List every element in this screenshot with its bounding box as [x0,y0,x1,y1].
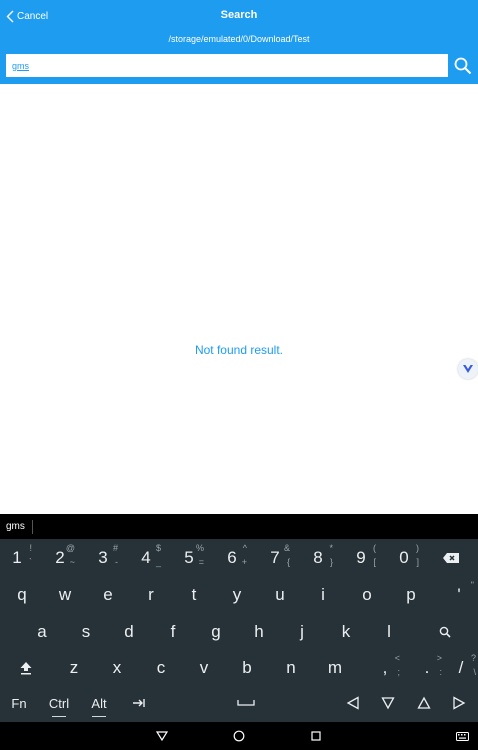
alt-key[interactable]: Alt [84,686,114,720]
space-bar-icon [237,700,255,706]
suggestion-word[interactable]: gms [6,521,25,532]
suggestion-bar: gms [0,514,478,539]
arrow-left-key[interactable] [338,686,368,720]
key-n[interactable]: n [276,651,306,685]
arrow-down-key[interactable] [373,686,403,720]
current-path: /storage/emulated/0/Download/Test [168,34,310,44]
backspace-key[interactable] [436,541,466,575]
key-period[interactable]: . >: [412,651,442,685]
key-g[interactable]: g [201,615,231,649]
key-s[interactable]: s [71,615,101,649]
key-v[interactable]: v [189,651,219,685]
key-2[interactable]: 2 @ ~ [45,541,75,575]
recents-square-icon [311,731,321,741]
key-h[interactable]: h [244,615,274,649]
key-slash[interactable]: /? \ [446,651,476,685]
key-p[interactable]: p [396,578,426,612]
arrow-right-icon [453,696,466,710]
search-input[interactable] [6,54,448,77]
arrow-up-key[interactable] [409,686,439,720]
results-area: Not found result. [0,84,478,514]
key-d[interactable]: d [114,615,144,649]
floating-v-logo-icon[interactable] [458,359,478,379]
arrow-up-icon [417,696,431,709]
nav-keyboard-button[interactable] [448,722,476,750]
search-icon [454,57,472,75]
key-4[interactable]: 4 $ _ [131,541,161,575]
key-r[interactable]: r [136,578,166,612]
key-5[interactable]: 5% = [174,541,204,575]
tab-key[interactable] [124,686,154,720]
fn-key[interactable]: Fn [4,686,34,720]
search-icon [439,626,451,638]
key-u[interactable]: u [265,578,295,612]
key-l[interactable]: l [374,615,404,649]
key-m[interactable]: m [320,651,350,685]
key-comma[interactable]: , <; [370,651,400,685]
v-logo-icon [463,365,473,373]
key-6[interactable]: 6 ^ + [217,541,247,575]
key-3[interactable]: 3 # - [88,541,118,575]
search-key[interactable] [430,615,460,649]
key-0[interactable]: 0)] [389,541,419,575]
nav-recents-button[interactable] [302,722,330,750]
empty-results-message: Not found result. [194,343,284,357]
key-i[interactable]: i [308,578,338,612]
home-circle-icon [233,730,245,742]
key-o[interactable]: o [352,578,382,612]
key-k[interactable]: k [331,615,361,649]
ctrl-key[interactable]: Ctrl [44,686,74,720]
key-z[interactable]: z [59,651,89,685]
key-7[interactable]: 7 &{ [260,541,290,575]
key-x[interactable]: x [102,651,132,685]
search-button[interactable] [451,54,475,78]
system-navigation-bar [0,722,478,750]
key-apostrophe[interactable]: ' " [444,578,474,612]
keyboard-icon [455,731,469,741]
tab-arrow-icon [133,699,145,707]
shift-key[interactable] [11,651,41,685]
key-a[interactable]: a [27,615,57,649]
key-w[interactable]: w [50,578,80,612]
key-e[interactable]: e [93,578,123,612]
key-q[interactable]: q [7,578,37,612]
shift-arrow-icon [20,662,32,675]
key-8[interactable]: 8 *} [303,541,333,575]
key-1[interactable]: 1! ` [2,541,32,575]
key-f[interactable]: f [158,615,188,649]
arrow-right-key[interactable] [444,686,474,720]
key-j[interactable]: j [287,615,317,649]
space-key[interactable] [228,686,264,720]
backspace-icon [443,553,459,563]
search-field-container [6,54,448,77]
nav-home-button[interactable] [225,722,253,750]
arrow-down-icon [381,697,395,710]
key-t[interactable]: t [179,578,209,612]
page-title: Search [220,9,258,21]
key-y[interactable]: y [222,578,252,612]
back-triangle-icon [156,731,168,741]
key-b[interactable]: b [232,651,262,685]
nav-back-button[interactable] [148,722,176,750]
suggestion-divider [32,520,33,534]
key-c[interactable]: c [146,651,176,685]
arrow-left-icon [346,696,359,710]
soft-keyboard: gms 1! ` 2 @ ~ 3 # - 4 $ _ 5% = 6 ^ + 7 &{ 8 *} 9([ … [0,514,478,722]
key-9[interactable]: 9([ [346,541,376,575]
